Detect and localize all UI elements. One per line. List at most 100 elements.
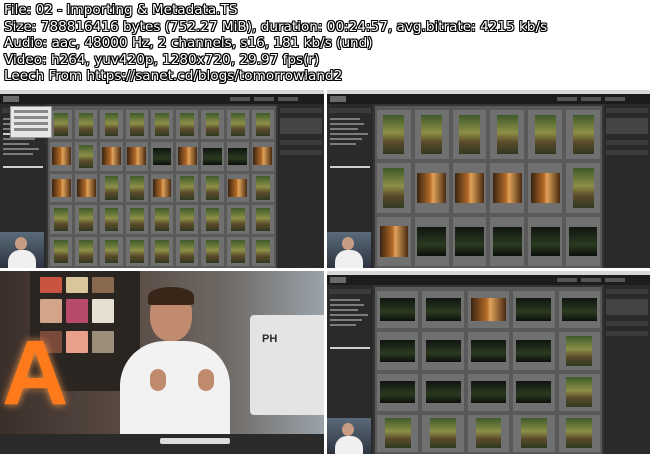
folder-row[interactable] [330, 128, 358, 130]
photo-thumbnail[interactable] [176, 141, 199, 171]
photo-thumbnail[interactable] [558, 332, 600, 370]
quick-develop[interactable] [280, 118, 322, 134]
photo-thumbnail[interactable] [150, 110, 174, 139]
photo-thumbnail[interactable] [75, 110, 98, 139]
photo-thumbnail[interactable] [558, 373, 600, 411]
photo-thumbnail[interactable] [125, 110, 148, 139]
module-library[interactable] [557, 278, 577, 282]
folder-row[interactable] [3, 143, 29, 145]
photo-thumbnail[interactable] [467, 332, 510, 370]
photo-thumbnail[interactable] [422, 291, 464, 329]
photo-thumbnail[interactable] [377, 110, 411, 160]
module-map[interactable] [605, 97, 625, 101]
module-map[interactable] [605, 278, 625, 282]
photo-thumbnail[interactable] [150, 205, 174, 235]
photo-thumbnail[interactable] [377, 332, 419, 370]
photo-thumbnail[interactable] [226, 173, 249, 203]
photo-thumbnail[interactable] [490, 163, 525, 213]
photo-thumbnail[interactable] [150, 141, 174, 171]
photo-thumbnail[interactable] [377, 414, 419, 452]
photo-thumbnail[interactable] [452, 110, 487, 160]
photo-thumbnail[interactable] [50, 237, 73, 266]
photo-thumbnail[interactable] [50, 110, 73, 139]
photo-thumbnail[interactable] [251, 205, 274, 235]
photo-thumbnail[interactable] [226, 110, 249, 139]
photo-thumbnail[interactable] [377, 163, 411, 213]
folder-row[interactable] [330, 314, 368, 316]
folder-row[interactable] [330, 324, 356, 326]
photo-thumbnail[interactable] [50, 173, 73, 203]
folder-row[interactable] [330, 319, 362, 321]
photo-thumbnail[interactable] [414, 216, 449, 266]
keywording-header[interactable] [606, 140, 648, 145]
module-map[interactable] [278, 97, 298, 101]
photo-thumbnail[interactable] [490, 216, 525, 266]
photo-thumbnail[interactable] [251, 110, 274, 139]
quick-develop[interactable] [606, 299, 648, 315]
photo-thumbnail[interactable] [377, 216, 411, 266]
module-develop[interactable] [581, 278, 601, 282]
photo-thumbnail[interactable] [75, 237, 98, 266]
menu-dropdown[interactable] [10, 106, 52, 138]
folder-row[interactable] [330, 133, 368, 135]
photo-thumbnail[interactable] [125, 205, 148, 235]
folder-row[interactable] [330, 309, 358, 311]
folder-row-selected[interactable] [330, 166, 370, 168]
photo-thumbnail[interactable] [528, 110, 563, 160]
photo-thumbnail[interactable] [422, 332, 464, 370]
photo-thumbnail[interactable] [251, 237, 274, 266]
metadata-header[interactable] [606, 331, 648, 336]
folder-row[interactable] [330, 299, 360, 301]
photo-thumbnail[interactable] [467, 414, 510, 452]
module-library[interactable] [230, 97, 250, 101]
photo-thumbnail[interactable] [201, 237, 224, 266]
photo-thumbnail[interactable] [467, 291, 510, 329]
photo-thumbnail[interactable] [201, 173, 224, 203]
photo-thumbnail[interactable] [566, 110, 600, 160]
photo-thumbnail[interactable] [176, 205, 199, 235]
photo-thumbnail[interactable] [75, 205, 98, 235]
photo-thumbnail[interactable] [75, 141, 98, 171]
photo-thumbnail[interactable] [125, 141, 148, 171]
photo-thumbnail[interactable] [176, 173, 199, 203]
photo-thumbnail[interactable] [150, 173, 174, 203]
photo-thumbnail[interactable] [100, 173, 123, 203]
photo-thumbnail[interactable] [422, 373, 464, 411]
photo-thumbnail[interactable] [100, 110, 123, 139]
panel-header[interactable] [329, 289, 371, 294]
photo-thumbnail[interactable] [414, 110, 449, 160]
photo-thumbnail[interactable] [513, 291, 555, 329]
photo-thumbnail[interactable] [566, 216, 600, 266]
metadata-header[interactable] [606, 150, 648, 155]
folder-row[interactable] [3, 148, 39, 150]
folder-row-selected[interactable] [3, 166, 43, 168]
photo-thumbnail[interactable] [176, 237, 199, 266]
photo-thumbnail[interactable] [125, 237, 148, 266]
folder-row-selected[interactable] [330, 347, 370, 349]
photo-thumbnail[interactable] [201, 141, 224, 171]
photo-thumbnail[interactable] [100, 237, 123, 266]
photo-thumbnail[interactable] [100, 141, 123, 171]
photo-thumbnail[interactable] [452, 163, 487, 213]
photo-thumbnail[interactable] [558, 414, 600, 452]
photo-thumbnail[interactable] [75, 173, 98, 203]
photo-thumbnail[interactable] [558, 291, 600, 329]
module-develop[interactable] [581, 97, 601, 101]
photo-thumbnail[interactable] [566, 163, 600, 213]
photo-thumbnail[interactable] [201, 205, 224, 235]
keywording-header[interactable] [280, 140, 322, 145]
photo-thumbnail[interactable] [125, 173, 148, 203]
photo-thumbnail[interactable] [50, 141, 73, 171]
photo-thumbnail[interactable] [251, 141, 274, 171]
photo-thumbnail[interactable] [422, 414, 464, 452]
photo-thumbnail[interactable] [150, 237, 174, 266]
panel-header[interactable] [329, 108, 371, 113]
photo-thumbnail[interactable] [528, 163, 563, 213]
folder-row[interactable] [330, 123, 364, 125]
folder-row[interactable] [3, 153, 33, 155]
photo-thumbnail[interactable] [528, 216, 563, 266]
photo-thumbnail[interactable] [50, 205, 73, 235]
photo-thumbnail[interactable] [201, 110, 224, 139]
metadata-header[interactable] [280, 150, 322, 155]
folder-row[interactable] [330, 118, 360, 120]
